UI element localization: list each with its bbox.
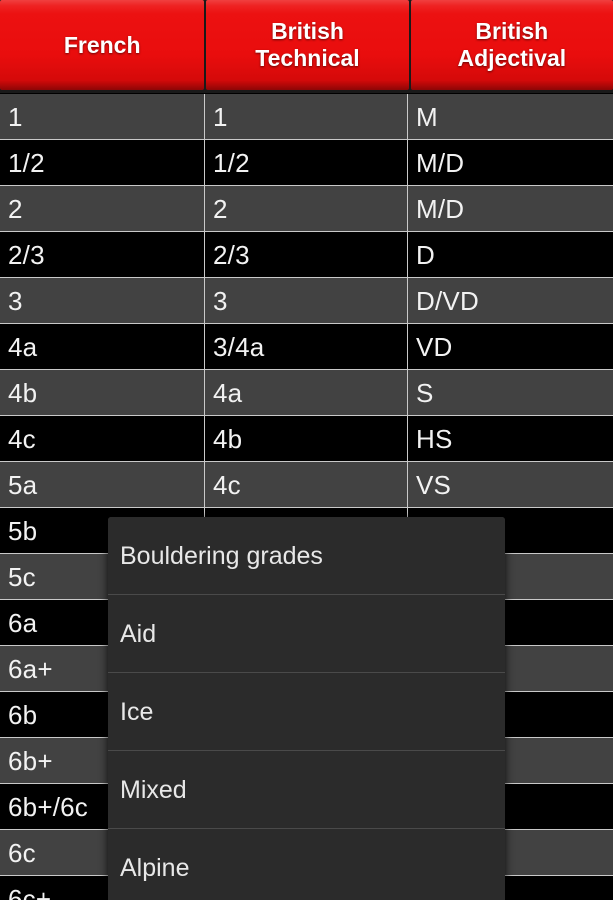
- menu-item-aid[interactable]: Aid: [108, 595, 505, 673]
- table-cell-british-adjectival: S: [416, 377, 434, 408]
- table-cell-british-technical: 1: [205, 94, 408, 139]
- column-header-french-label: French: [63, 31, 141, 58]
- table-cell-british-adjectival: M/D: [416, 193, 465, 224]
- menu-item-label: Bouldering grades: [120, 541, 323, 570]
- table-cell-british-technical: 2: [205, 186, 408, 231]
- column-header-row: French British Technical British Adjectiva…: [0, 0, 613, 93]
- table-row[interactable]: 2 2 M/D: [0, 186, 613, 232]
- table-cell-french: 4c: [0, 416, 205, 461]
- table-row[interactable]: 4a 3/4a VD: [0, 324, 613, 370]
- table-cell-british-technical: 4c: [205, 462, 408, 507]
- table-cell-british-technical: 2/3: [205, 232, 408, 277]
- menu-item-ice[interactable]: Ice: [108, 673, 505, 751]
- table-row[interactable]: 4c 4b HS: [0, 416, 613, 462]
- table-cell-british-adjectival: M/D: [416, 147, 465, 178]
- table-cell-british-technical: 4a: [205, 370, 408, 415]
- table-cell-british-adjectival: M: [416, 101, 438, 132]
- menu-item-label: Ice: [120, 697, 154, 726]
- table-cell-british-technical: 3: [205, 278, 408, 323]
- table-cell-french: 3: [0, 278, 205, 323]
- column-header-british-adjectival-label: British Adjectival: [457, 18, 567, 71]
- table-cell-british-technical: 3/4a: [205, 324, 408, 369]
- table-row[interactable]: 11M: [0, 94, 613, 140]
- table-cell-french: 4b: [0, 370, 205, 415]
- column-header-british-technical[interactable]: British Technical: [206, 0, 409, 90]
- menu-item-bouldering-grades[interactable]: Bouldering grades: [108, 517, 505, 595]
- app-root: French British Technical British Adjectiva…: [0, 0, 613, 900]
- menu-item-label: Aid: [120, 619, 157, 648]
- table-cell-french: 2/3: [0, 232, 205, 277]
- table-cell-british-technical: 1/2: [205, 140, 408, 185]
- table-cell-british-adjectival: HS: [416, 423, 453, 454]
- table-cell-french: 4a: [0, 324, 205, 369]
- menu-item-alpine[interactable]: Alpine: [108, 829, 505, 900]
- table-cell-british-adjectival: VS: [416, 469, 452, 500]
- table-cell-french: 1/2: [0, 140, 205, 185]
- table-row[interactable]: 2/3 2/3 D: [0, 232, 613, 278]
- table-row[interactable]: 1/2 1/2 M/D: [0, 140, 613, 186]
- menu-item-label: Alpine: [120, 854, 190, 882]
- table-row[interactable]: 5a 4c VS: [0, 462, 613, 508]
- category-popup-menu[interactable]: Bouldering grades Aid Ice Mixed Alpine: [108, 517, 505, 900]
- table-row[interactable]: 3 3 D/VD: [0, 278, 613, 324]
- menu-item-label: Mixed: [120, 775, 187, 804]
- table-cell-french: 5a: [0, 462, 205, 507]
- column-header-french[interactable]: French: [0, 0, 205, 90]
- table-cell-british-technical: 4b: [205, 416, 408, 461]
- table-cell-british-adjectival: VD: [416, 331, 453, 362]
- table-row[interactable]: 4b 4a S: [0, 370, 613, 416]
- table-cell-british-adjectival: D: [416, 239, 435, 270]
- table-cell-french: 2: [0, 186, 205, 231]
- table-cell-british-adjectival: D/VD: [416, 285, 479, 316]
- menu-item-mixed[interactable]: Mixed: [108, 751, 505, 829]
- column-header-british-technical-label: British Technical: [255, 18, 360, 71]
- column-header-british-adjectival[interactable]: British Adjectival: [410, 0, 613, 90]
- table-cell-french: 1: [0, 94, 205, 139]
